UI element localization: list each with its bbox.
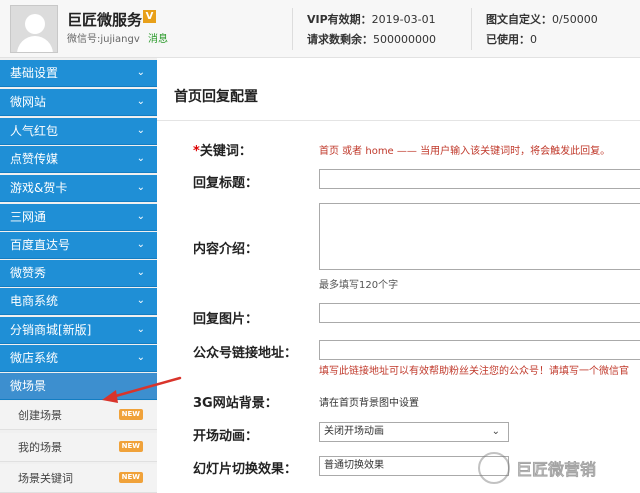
keyword-hint: 首页 或者 home —— 当用户输入该关键词时，将会触发此回复。 [319,146,611,157]
sidebar-item-baidu-direct[interactable]: 百度直达号 ⌄ [0,232,157,259]
sidebar-item-games-cards[interactable]: 游戏&贺卡 ⌄ [0,175,157,202]
new-badge: NEW [118,409,143,420]
custom-text-value: 0/50000 [552,13,598,26]
chevron-down-icon: ⌄ [136,125,145,136]
account-link-label: 公众号链接地址： [193,346,298,361]
sidebar-item-distribution-mall[interactable]: 分销商城[新版] ⌄ [0,317,157,344]
sidebar-item-label: 微场景 [10,379,47,393]
site-background-value: 请在首页背景图中设置 [319,398,419,409]
keyword-label-text: 关键词： [199,144,252,159]
sidebar-item-label: 微店系统 [10,351,59,365]
sidebar-item-red-packet[interactable]: 人气红包 ⌄ [0,118,157,145]
watermark: 巨匠微营销 [478,446,638,488]
requests-left-label: 请求数剩余： [307,33,373,46]
custom-text-label: 图文自定义： [486,13,552,26]
chevron-down-icon: ⌄ [136,267,145,278]
description-textarea[interactable] [319,203,640,270]
chevron-down-icon: ⌄ [136,96,145,107]
header-divider [292,8,293,50]
chevron-down-icon: ⌄ [136,211,145,222]
page-title: 首页回复配置 [174,89,258,105]
reply-title-input[interactable] [319,169,640,189]
sidebar-item-label: 三网通 [10,210,47,224]
used-label: 已使用： [486,33,530,46]
sidebar-subitem-my-scenes[interactable]: 我的场景 NEW [0,433,157,462]
sidebar-item-label: 微网站 [10,95,47,109]
sidebar-item-label: 分销商城[新版] [10,323,92,337]
sidebar-subitem-label: 创建场景 [18,409,62,422]
avatar[interactable] [10,5,58,53]
sidebar-item-ecommerce[interactable]: 电商系统 ⌄ [0,288,157,315]
chevron-down-icon: ⌄ [136,295,145,306]
sidebar-item-label: 基础设置 [10,66,59,80]
avatar-head-icon [25,14,45,34]
used-value: 0 [530,33,537,46]
title-divider [157,120,640,121]
vip-expiry: VIP有效期：2019-03-01 [307,11,436,27]
sidebar-subitem-label: 我的场景 [18,441,62,454]
chevron-down-icon: ⌄ [136,352,145,363]
sidebar-item-three-networks[interactable]: 三网通 ⌄ [0,204,157,231]
reply-title-label: 回复标题： [193,176,259,191]
chevron-down-icon: ⌄ [136,67,145,78]
sidebar-subitem-label: 场景关键词 [18,472,73,485]
reply-image-input[interactable] [319,303,640,323]
requests-left: 请求数剩余：500000000 [307,31,436,47]
requests-left-value: 500000000 [373,33,436,46]
new-badge: NEW [118,472,143,483]
sidebar-item-micro-site[interactable]: 微网站 ⌄ [0,89,157,116]
vip-expiry-value: 2019-03-01 [371,13,436,26]
watermark-text: 巨匠微营销 [515,460,597,480]
opening-animation-value: 关闭开场动画 [324,426,384,437]
sidebar-item-label: 人气红包 [10,124,59,138]
sidebar-item-weizan-show[interactable]: 微赞秀 ⌄ [0,260,157,287]
site-background-label: 3G网站背景： [193,396,278,411]
sidebar-item-label: 微赞秀 [10,266,47,280]
message-link[interactable]: 消息 [148,30,168,45]
description-label: 内容介绍： [193,242,259,257]
sidebar: 基础设置 ⌄ 微网站 ⌄ 人气红包 ⌄ 点赞传媒 ⌄ 游戏&贺卡 ⌄ 三网通 ⌄ 百度直达号… [0,58,157,493]
chevron-down-icon: ⌄ [136,182,145,193]
account-link-hint: 填写此链接地址可以有效帮助粉丝关注您的公众号！请填写一个微信官 [319,366,629,377]
chevron-down-icon: ⌄ [136,239,145,250]
opening-animation-label: 开场动画： [193,429,259,444]
custom-text-quota: 图文自定义：0/50000 [486,11,598,27]
main-panel: 首页回复配置 *关键词： 首页 或者 home —— 当用户输入该关键词时，将会… [157,58,640,493]
sidebar-subitem-scene-keywords[interactable]: 场景关键词 NEW [0,464,157,493]
new-badge: NEW [118,441,143,452]
keyword-label: *关键词： [193,140,252,159]
chevron-down-icon: ⌄ [136,324,145,335]
watermark-logo-icon [478,452,510,484]
sidebar-item-label: 游戏&贺卡 [10,181,68,195]
header-divider [471,8,472,50]
account-link-input[interactable] [319,340,640,360]
slide-effect-value: 普通切换效果 [324,460,384,471]
sidebar-item-basic-settings[interactable]: 基础设置 ⌄ [0,60,157,87]
required-mark: * [193,144,200,159]
sidebar-subitem-create-scene[interactable]: 创建场景 NEW [0,401,157,430]
account-name: 巨匠微服务 [67,11,143,29]
sidebar-item-like-media[interactable]: 点赞传媒 ⌄ [0,146,157,173]
chevron-down-icon: ⌄ [136,153,145,164]
used-count: 已使用：0 [486,31,537,47]
description-hint: 最多填写120个字 [319,280,399,291]
avatar-body-icon [17,36,53,52]
vip-expiry-label: VIP有效期： [307,13,372,26]
sidebar-item-micro-shop[interactable]: 微店系统 ⌄ [0,345,157,372]
slide-effect-label: 幻灯片切换效果： [193,462,298,477]
reply-image-label: 回复图片： [193,312,259,327]
sidebar-item-micro-scene[interactable]: 微场景 [0,373,157,400]
account-header: 巨匠微服务 V 微信号:jujiangv 消息 VIP有效期：2019-03-0… [0,0,640,58]
chevron-down-icon: ⌄ [491,426,500,437]
wechat-id: 微信号:jujiangv [67,34,140,45]
opening-animation-select[interactable]: 关闭开场动画 ⌄ [319,422,509,442]
verified-badge-icon: V [143,10,156,23]
sidebar-item-label: 电商系统 [10,294,59,308]
sidebar-item-label: 点赞传媒 [10,152,59,166]
sidebar-item-label: 百度直达号 [10,238,71,252]
